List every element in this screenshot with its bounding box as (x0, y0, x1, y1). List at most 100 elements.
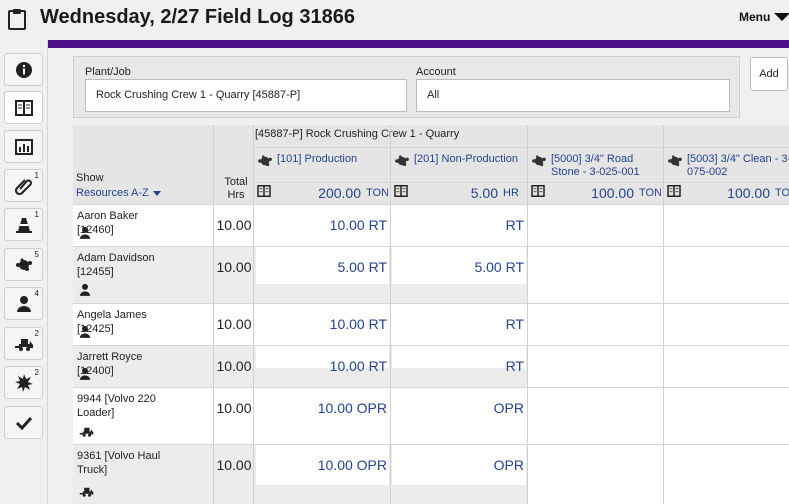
resource-name[interactable]: Adam Davidson [12455] (77, 251, 173, 279)
sidebar-item-safety[interactable]: 1 (4, 208, 43, 241)
column-divider (213, 125, 214, 504)
column-header[interactable]: [101] Production (257, 153, 388, 181)
sort-dropdown[interactable]: Resources A-Z (76, 185, 176, 201)
resource-grid: [45887-P] Rock Crushing Crew 1 - Quarry … (73, 125, 789, 504)
total-hours: 10.00 (216, 400, 252, 416)
production-value: 10.00 OPR (317, 400, 387, 416)
badge: 4 (34, 289, 39, 298)
bar-chart-icon (14, 138, 33, 155)
cell-clean-stone[interactable] (664, 303, 789, 345)
column-name: [101] Production (277, 153, 358, 165)
person-icon (79, 226, 91, 244)
cell-road-stone[interactable] (528, 387, 663, 444)
column-quantity[interactable]: 100.00 TON (531, 185, 661, 201)
book-icon (394, 185, 408, 201)
account-field[interactable]: All (416, 79, 730, 112)
badge: 1 (34, 210, 39, 219)
sidebar-item-materials[interactable]: 5 (4, 248, 43, 281)
column-name: [201] Non-Production (414, 153, 518, 165)
sidebar-item-approve[interactable] (4, 406, 43, 439)
resource-name[interactable]: Jarrett Royce [12400] (77, 350, 173, 378)
sidebar-item-reports[interactable] (4, 130, 43, 163)
check-icon (15, 416, 32, 430)
badge: 2 (34, 329, 39, 338)
row-divider (73, 345, 789, 346)
person-icon (79, 367, 91, 385)
main-content: Plant/Job Rock Crushing Crew 1 - Quarry … (48, 48, 789, 504)
sidebar-item-attachments[interactable]: 1 (4, 169, 43, 202)
column-unit: TON (639, 187, 661, 199)
add-button[interactable]: Add (750, 57, 788, 91)
row-divider (73, 444, 789, 445)
total-hours: 10.00 (216, 358, 252, 374)
cone-icon (15, 217, 32, 233)
column-header[interactable]: [5003] 3/4" Clean - 3-075-002 (667, 153, 789, 181)
book-icon (531, 185, 545, 201)
non-production-value: RT (505, 316, 524, 332)
book-icon (667, 185, 681, 201)
production-value: 10.00 OPR (317, 457, 387, 473)
non-production-value: OPR (493, 400, 524, 416)
loader-icon (14, 338, 33, 351)
sidebar-item-log[interactable] (4, 91, 43, 124)
column-quantity[interactable]: 200.00 TON (257, 185, 388, 201)
sidebar-item-events[interactable]: 2 (4, 366, 43, 399)
cell-road-stone[interactable] (528, 204, 663, 246)
job-header: [45887-P] Rock Crushing Crew 1 - Quarry (255, 128, 460, 140)
production-value: 10.00 RT (329, 358, 387, 374)
sidebar: 1 1 5 4 2 2 (0, 40, 48, 504)
column-qty: 100.00 (727, 185, 770, 201)
resource-name[interactable]: Angela James [12425] (77, 308, 173, 336)
total-hours: 10.00 (216, 217, 252, 233)
column-quantity[interactable]: 5.00 HR (394, 185, 525, 201)
badge: 1 (34, 171, 39, 180)
row-divider (253, 147, 789, 148)
cell-clean-stone[interactable] (664, 204, 789, 246)
clipboard-icon[interactable] (8, 8, 26, 30)
non-production-value: RT (505, 358, 524, 374)
sidebar-item-equipment[interactable]: 2 (4, 327, 43, 360)
total-hours: 10.00 (216, 316, 252, 332)
accent-bar (48, 40, 789, 48)
row-divider (73, 204, 789, 205)
column-unit: TO (775, 187, 789, 199)
row-divider (253, 182, 789, 183)
column-qty: 5.00 (470, 185, 498, 201)
column-quantity[interactable]: 100.00 TO (667, 185, 789, 201)
column-name: [5000] 3/4" Road Stone - 3-025-001 (551, 153, 640, 178)
person-icon (16, 296, 31, 312)
chevron-down-icon (152, 190, 161, 196)
cell-road-stone[interactable] (528, 246, 663, 303)
resource-name[interactable]: Aaron Baker [12460] (77, 209, 173, 237)
non-production-value: RT (505, 217, 524, 233)
total-hours: 10.00 (216, 259, 252, 275)
plant-job-label: Plant/Job (85, 66, 131, 78)
column-header[interactable]: [201] Non-Production (394, 153, 525, 181)
row-divider (73, 246, 789, 247)
sidebar-item-info[interactable] (4, 53, 43, 86)
menu-button[interactable]: Menu (739, 10, 789, 24)
column-qty: 200.00 (318, 185, 361, 201)
resource-name[interactable]: 9944 [Volvo 220 Loader] (77, 392, 173, 420)
total-label: Total (224, 176, 248, 188)
cell-clean-stone[interactable] (664, 387, 789, 444)
column-header[interactable]: [5000] 3/4" Road Stone - 3-025-001 (531, 153, 661, 181)
badge: 2 (34, 368, 39, 377)
filter-panel: Plant/Job Rock Crushing Crew 1 - Quarry … (73, 56, 740, 118)
sidebar-item-people[interactable]: 4 (4, 287, 43, 320)
account-label: Account (416, 66, 456, 78)
cell-road-stone[interactable] (528, 345, 663, 387)
badge: 5 (34, 250, 39, 259)
resource-name[interactable]: 9361 [Volvo Haul Truck] (77, 449, 173, 477)
production-value: 10.00 RT (329, 217, 387, 233)
cell-road-stone[interactable] (528, 444, 663, 504)
cell-road-stone[interactable] (528, 303, 663, 345)
book-icon (14, 99, 33, 116)
material-icon (257, 154, 273, 181)
cell-clean-stone[interactable] (664, 345, 789, 387)
cell-clean-stone[interactable] (664, 246, 789, 303)
material-icon (15, 258, 32, 271)
cell-clean-stone[interactable] (664, 444, 789, 504)
plant-job-field[interactable]: Rock Crushing Crew 1 - Quarry [45887-P] (85, 79, 407, 112)
show-label: Show (76, 172, 104, 184)
